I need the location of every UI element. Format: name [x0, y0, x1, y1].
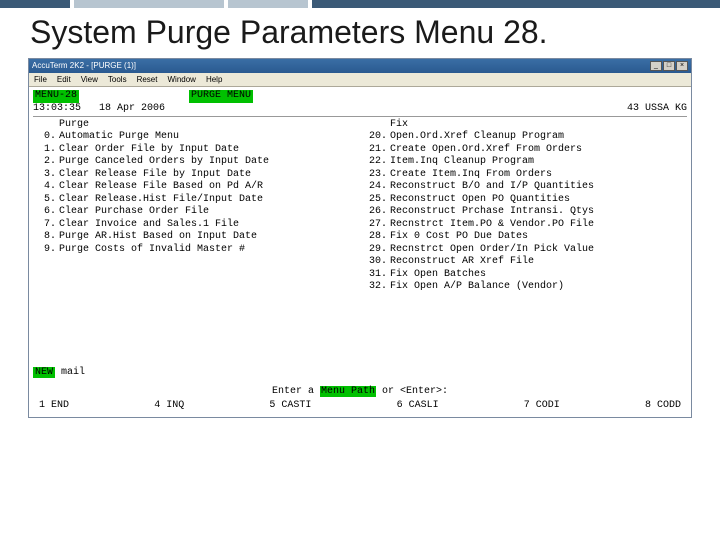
info-row: 13:03:35 18 Apr 2006 43 USSA KG — [33, 104, 687, 117]
menubar: File Edit View Tools Reset Window Help — [29, 73, 691, 87]
menu-item[interactable]: 28.Fix 0 Cost PO Due Dates — [364, 231, 687, 244]
left-column: Purge 0.Automatic Purge Menu 1.Clear Ord… — [33, 119, 356, 294]
menu-reset[interactable]: Reset — [137, 75, 158, 84]
menu-item[interactable]: 30.Reconstruct AR Xref File — [364, 256, 687, 269]
menu-item[interactable]: 6.Clear Purchase Order File — [33, 206, 356, 219]
slide-title: System Purge Parameters Menu 28. — [0, 8, 720, 54]
menu-item[interactable]: 3.Clear Release File by Input Date — [33, 169, 356, 182]
menu-title: PURGE MENU — [189, 90, 253, 103]
window-titlebar: AccuTerm 2K2 - [PURGE (1)] _ □ × — [29, 59, 691, 73]
menu-item[interactable]: 8.Purge AR.Hist Based on Input Date — [33, 231, 356, 244]
fkey-1[interactable]: 1 END — [39, 400, 69, 413]
menu-item[interactable]: 31.Fix Open Batches — [364, 269, 687, 282]
right-header: Fix — [390, 119, 408, 132]
menu-item[interactable]: 7.Clear Invoice and Sales.1 File — [33, 219, 356, 232]
fkey-4[interactable]: 4 INQ — [154, 400, 184, 413]
menu-file[interactable]: File — [34, 75, 47, 84]
menu-item[interactable]: 0.Automatic Purge Menu — [33, 131, 356, 144]
menu-item[interactable]: 22.Item.Inq Cleanup Program — [364, 156, 687, 169]
date-label: 18 Apr 2006 — [99, 103, 165, 114]
menu-item[interactable]: 29.Recnstrct Open Order/In Pick Value — [364, 244, 687, 257]
fkey-7[interactable]: 7 CODI — [524, 400, 560, 413]
menu-item[interactable]: 4.Clear Release File Based on Pd A/R — [33, 181, 356, 194]
menu-item[interactable]: 24.Reconstruct B/O and I/P Quantities — [364, 181, 687, 194]
menu-item[interactable]: 21.Create Open.Ord.Xref From Orders — [364, 144, 687, 157]
menu-help[interactable]: Help — [206, 75, 222, 84]
fkey-bar: 1 END 4 INQ 5 CASTI 6 CASLI 7 CODI 8 COD… — [33, 400, 687, 413]
slide-accent-bar — [0, 0, 720, 8]
fkey-8[interactable]: 8 CODD — [645, 400, 681, 413]
prompt-line[interactable]: Enter a Menu Path or <Enter>: — [33, 386, 687, 399]
menu-edit[interactable]: Edit — [57, 75, 71, 84]
menu-item[interactable]: 32.Fix Open A/P Balance (Vendor) — [364, 281, 687, 294]
close-button[interactable]: × — [676, 61, 688, 71]
fkey-6[interactable]: 6 CASLI — [397, 400, 439, 413]
menu-item[interactable]: 2.Purge Canceled Orders by Input Date — [33, 156, 356, 169]
menu-item[interactable]: 26.Reconstruct Prchase Intransi. Qtys — [364, 206, 687, 219]
menu-item[interactable]: 9.Purge Costs of Invalid Master # — [33, 244, 356, 257]
menu-item[interactable]: 1.Clear Order File by Input Date — [33, 144, 356, 157]
maximize-button[interactable]: □ — [663, 61, 675, 71]
station-label: 43 USSA KG — [627, 103, 687, 116]
menu-tools[interactable]: Tools — [108, 75, 127, 84]
menu-item[interactable]: 20.Open.Ord.Xref Cleanup Program — [364, 131, 687, 144]
menu-item[interactable]: 27.Recnstrct Item.PO & Vendor.PO File — [364, 219, 687, 232]
right-column: Fix 20.Open.Ord.Xref Cleanup Program 21.… — [364, 119, 687, 294]
minimize-button[interactable]: _ — [650, 61, 662, 71]
menu-item[interactable]: 5.Clear Release.Hist File/Input Date — [33, 194, 356, 207]
left-header: Purge — [59, 119, 89, 132]
window-title: AccuTerm 2K2 - [PURGE (1)] — [32, 61, 136, 70]
menu-window[interactable]: Window — [167, 75, 195, 84]
menu-label: MENU-28 — [33, 90, 79, 103]
fkey-5[interactable]: 5 CASTI — [269, 400, 311, 413]
terminal-window: AccuTerm 2K2 - [PURGE (1)] _ □ × File Ed… — [28, 58, 692, 418]
menu-view[interactable]: View — [81, 75, 98, 84]
time-label: 13:03:35 — [33, 103, 81, 114]
menu-item[interactable]: 23.Create Item.Inq From Orders — [364, 169, 687, 182]
menu-item[interactable]: 25.Reconstruct Open PO Quantities — [364, 194, 687, 207]
new-mail-indicator: NEW mail — [33, 367, 687, 380]
terminal-body: MENU-28 PURGE MENU 13:03:35 18 Apr 2006 … — [29, 87, 691, 417]
